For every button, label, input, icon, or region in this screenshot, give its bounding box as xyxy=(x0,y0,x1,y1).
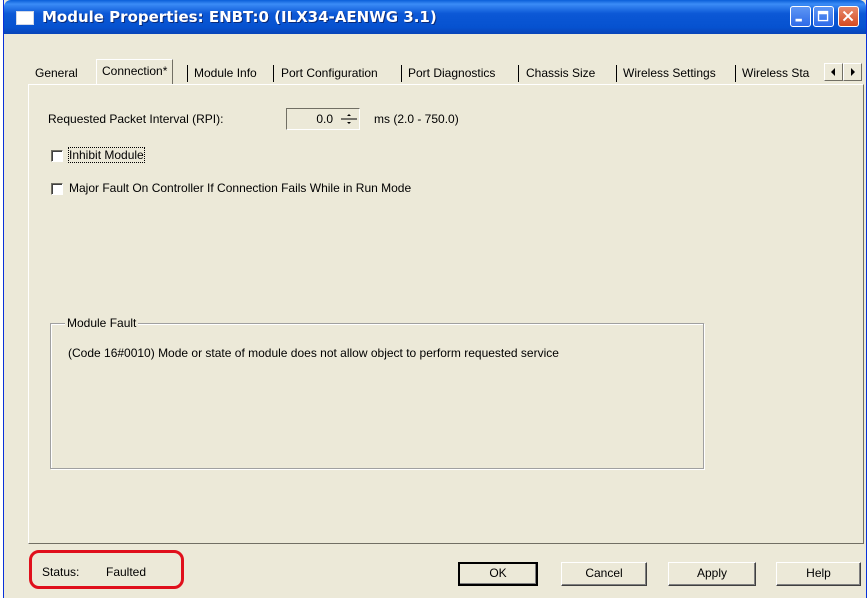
status-highlight xyxy=(29,550,184,589)
inhibit-module-checkbox[interactable] xyxy=(51,150,63,162)
module-fault-message: (Code 16#0010) Mode or state of module d… xyxy=(68,346,559,360)
tab-scroll xyxy=(824,63,864,81)
tab-port-configuration[interactable]: Port Configuration xyxy=(281,62,378,84)
tab-separator xyxy=(518,65,519,82)
tab-wireless-settings[interactable]: Wireless Settings xyxy=(623,62,716,84)
module-fault-group: Module Fault (Code 16#0010) Mode or stat… xyxy=(50,316,704,469)
tab-separator xyxy=(187,65,188,82)
tab-separator xyxy=(735,65,736,82)
window-icon xyxy=(16,11,34,25)
tab-separator xyxy=(273,65,274,82)
tab-chassis-size[interactable]: Chassis Size xyxy=(526,62,595,84)
tab-scroll-right-button[interactable] xyxy=(843,63,862,81)
rpi-units: ms (2.0 - 750.0) xyxy=(374,112,459,126)
tab-port-diagnostics[interactable]: Port Diagnostics xyxy=(408,62,495,84)
ok-button[interactable]: OK xyxy=(458,562,538,586)
rpi-label: Requested Packet Interval (RPI): xyxy=(48,112,224,126)
tab-scroll-left-button[interactable] xyxy=(824,63,843,81)
tab-connection[interactable]: Connection* xyxy=(96,59,174,84)
close-button[interactable] xyxy=(838,6,859,27)
minimize-button[interactable] xyxy=(790,6,811,27)
major-fault-label[interactable]: Major Fault On Controller If Connection … xyxy=(69,181,411,195)
minimize-icon xyxy=(795,18,802,22)
tab-separator xyxy=(616,65,617,82)
tab-general[interactable]: General xyxy=(35,62,78,84)
major-fault-checkbox[interactable] xyxy=(51,183,63,195)
dialog-window: Module Properties: ENBT:0 (ILX34-AENWG 3… xyxy=(3,0,867,598)
rpi-value[interactable]: 0.0 xyxy=(316,112,333,126)
window-title: Module Properties: ENBT:0 (ILX34-AENWG 3… xyxy=(42,8,437,26)
help-button[interactable]: Help xyxy=(776,562,861,586)
apply-button[interactable]: Apply xyxy=(668,562,756,586)
chevron-left-icon xyxy=(831,68,835,76)
rpi-spinner[interactable]: 0.0 xyxy=(286,108,360,130)
maximize-button[interactable] xyxy=(813,6,834,27)
chevron-right-icon xyxy=(851,68,855,76)
inhibit-module-label[interactable]: Inhibit Module xyxy=(68,147,145,163)
tab-wireless-status[interactable]: Wireless Sta xyxy=(742,62,822,84)
cancel-button[interactable]: Cancel xyxy=(561,562,647,586)
tab-panel-connection xyxy=(28,84,864,544)
close-icon xyxy=(842,10,854,22)
tab-strip: General Connection* Module Info Port Con… xyxy=(30,59,850,84)
maximize-icon xyxy=(817,10,829,22)
tab-module-info[interactable]: Module Info xyxy=(194,62,257,84)
spinner-updown-icon[interactable] xyxy=(341,110,357,128)
tab-separator xyxy=(401,65,402,82)
module-fault-title: Module Fault xyxy=(65,316,139,330)
title-bar[interactable]: Module Properties: ENBT:0 (ILX34-AENWG 3… xyxy=(4,0,866,34)
